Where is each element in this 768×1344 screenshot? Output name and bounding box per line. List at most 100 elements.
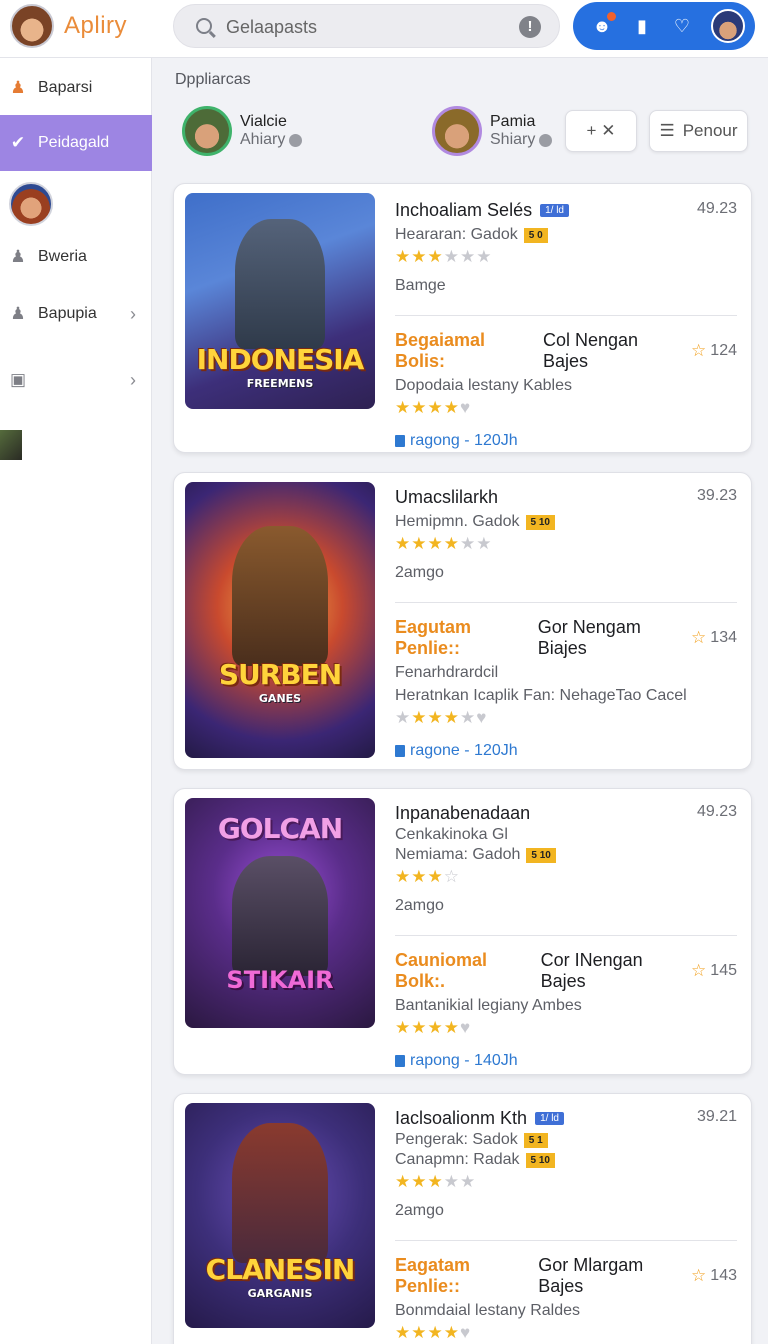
game-card[interactable]: GOLCAN STIKAIR 49.23 Inpanabenadaan Cenk… [173,788,752,1075]
creator-sub: Shiary [490,131,536,148]
game-description: Dopodaia lestany Kables [395,377,573,394]
sidebar-item-peidagald[interactable]: ✔ Peidagald [0,115,152,171]
app-logo[interactable]: Apliry [10,4,127,48]
star-rating: ★★★★★★ [395,247,493,266]
art-subtitle: GANES [258,692,302,705]
game-title: Iaclsoalionm Kth [395,1108,528,1128]
star-icon[interactable]: ☆ [691,341,706,361]
creator-avatar [182,106,232,156]
game-card[interactable]: INDONESIA FREEMENS 49.23 Inchoaliam Selé… [173,183,752,453]
sidebar-item-box[interactable]: ▣ › [0,352,152,408]
art-title: GOLCAN [217,812,343,845]
headline-text: Cor INengan Bajes [540,950,643,991]
creator-chip[interactable]: Vialcie Ahiary [182,106,303,156]
search-bar[interactable]: ! [173,4,560,48]
app-title: Apliry [64,12,128,39]
sidebar-item-bapupia[interactable]: ♟ Bapupia › [0,286,152,342]
game-sub-line: Cenkakinoka Gl [395,826,508,843]
sidebar-item-bweria[interactable]: ♟ Bweria [0,229,152,285]
art-title: SURBEN [218,658,342,691]
game-description: Bonmdaial lestany Raldes [395,1302,580,1319]
search-input[interactable] [226,15,506,39]
game-meta: Hemipmn. Gadok [395,513,520,530]
header-actions: ☻ ▮ ♡ [573,2,755,50]
file-icon [395,435,405,447]
star-rating: ★★★★★♥ [395,708,488,727]
game-thumbnail[interactable]: GOLCAN STIKAIR [185,798,375,1028]
user-icon: ♟ [10,247,26,266]
search-icon [196,18,212,34]
sidebar-item-label: Bweria [38,248,87,265]
headline-count: 134 [710,629,737,646]
game-title: Umacslilarkh [395,487,499,507]
game-description: Fenarhdrardcil [395,664,499,681]
game-title: Inpanabenadaan [395,803,531,823]
game-card[interactable]: SURBEN GANES 39.23 Umacslilarkh Hemipmn.… [173,472,752,770]
download-link[interactable]: ragone - 120Jh [395,742,737,760]
download-link[interactable]: rapong - 140Jh [395,1052,737,1070]
download-link[interactable]: ragong - 120Jh [395,432,737,450]
game-thumbnail[interactable]: CLANESIN GARGANIS [185,1103,375,1328]
download-link-label: ragong - 120Jh [410,432,518,449]
rating-badge: 5 0 [523,227,548,243]
alert-icon[interactable]: ! [519,16,541,38]
sidebar-item-label: Bapupia [38,305,97,322]
divider [395,935,737,936]
menu-button[interactable]: ☰ Penour [649,110,748,152]
star-rating: ★★★★♥ [395,398,472,417]
headline-highlight: Eagutam Penlie:: [395,617,472,658]
headline-highlight: Cauniomal Bolk:. [395,950,488,991]
version-badge: 1/ ld [540,204,569,217]
top-bar: Apliry ! ☻ ▮ ♡ [0,0,768,58]
add-close-button[interactable]: + ✕ [565,110,637,152]
rating-badge: 5 10 [526,847,556,863]
art-subtitle: STIKAIR [226,966,334,994]
sidebar-avatar[interactable] [9,182,53,226]
creator-chip[interactable]: Pamia Shiary [432,106,553,156]
star-icon[interactable]: ☆ [691,1266,706,1286]
divider [395,602,737,603]
art-title: INDONESIA [196,343,365,376]
star-rating: ★★★☆ [395,867,460,886]
version-badge: 1/ ld [535,1112,564,1125]
rating-badge: 5 10 [525,514,555,530]
users-icon[interactable]: ☻ [591,12,616,37]
file-icon [395,745,405,757]
headline-text: Col Nengan Bajes [543,330,639,371]
game-meta: Pengerak: Sadok [395,1131,518,1148]
user-icon: ♟ [10,78,26,97]
star-icon[interactable]: ☆ [691,628,706,648]
headline-count: 143 [710,1267,737,1284]
divider [395,315,737,316]
logo-avatar [10,4,54,48]
badge-icon [289,133,303,147]
chevron-right-icon: › [130,369,136,390]
headline-text: Gor Mlargam Bajes [538,1255,644,1296]
game-card[interactable]: CLANESIN GARGANIS 39.21 Iaclsoalionm Kth… [173,1093,752,1344]
game-thumbnail[interactable]: INDONESIA FREEMENS [185,193,375,409]
headline-count: 145 [710,962,737,979]
chat-icon[interactable]: ▮ [631,15,653,37]
chevron-right-icon: › [130,303,136,324]
user-avatar[interactable] [711,9,745,43]
art-subtitle: FREEMENS [246,377,314,390]
game-meta-2: Canapmn: Radak [395,1151,520,1168]
game-genre: 2amgo [395,1202,444,1219]
sidebar-thumbnail[interactable] [0,430,22,460]
heart-icon[interactable]: ♡ [671,15,693,37]
box-icon: ▣ [9,370,27,389]
game-meta: Nemiama: Gadoh [395,846,521,863]
star-rating: ★★★★♥ [395,1018,472,1037]
notification-dot [607,12,616,21]
divider [395,1240,737,1241]
headline-text: Gor Nengam Biajes [537,617,641,658]
user-icon: ♟ [10,304,26,323]
download-link-label: rapong - 140Jh [410,1052,518,1069]
star-rating: ★★★★★★ [395,534,493,553]
sidebar-item-baparsi[interactable]: ♟ Baparsi [0,60,152,116]
creator-name: Vialcie [240,113,287,130]
game-thumbnail[interactable]: SURBEN GANES [185,482,375,758]
art-title: CLANESIN [205,1253,356,1286]
star-icon[interactable]: ☆ [691,961,706,981]
star-rating: ★★★★★ [395,1172,477,1191]
